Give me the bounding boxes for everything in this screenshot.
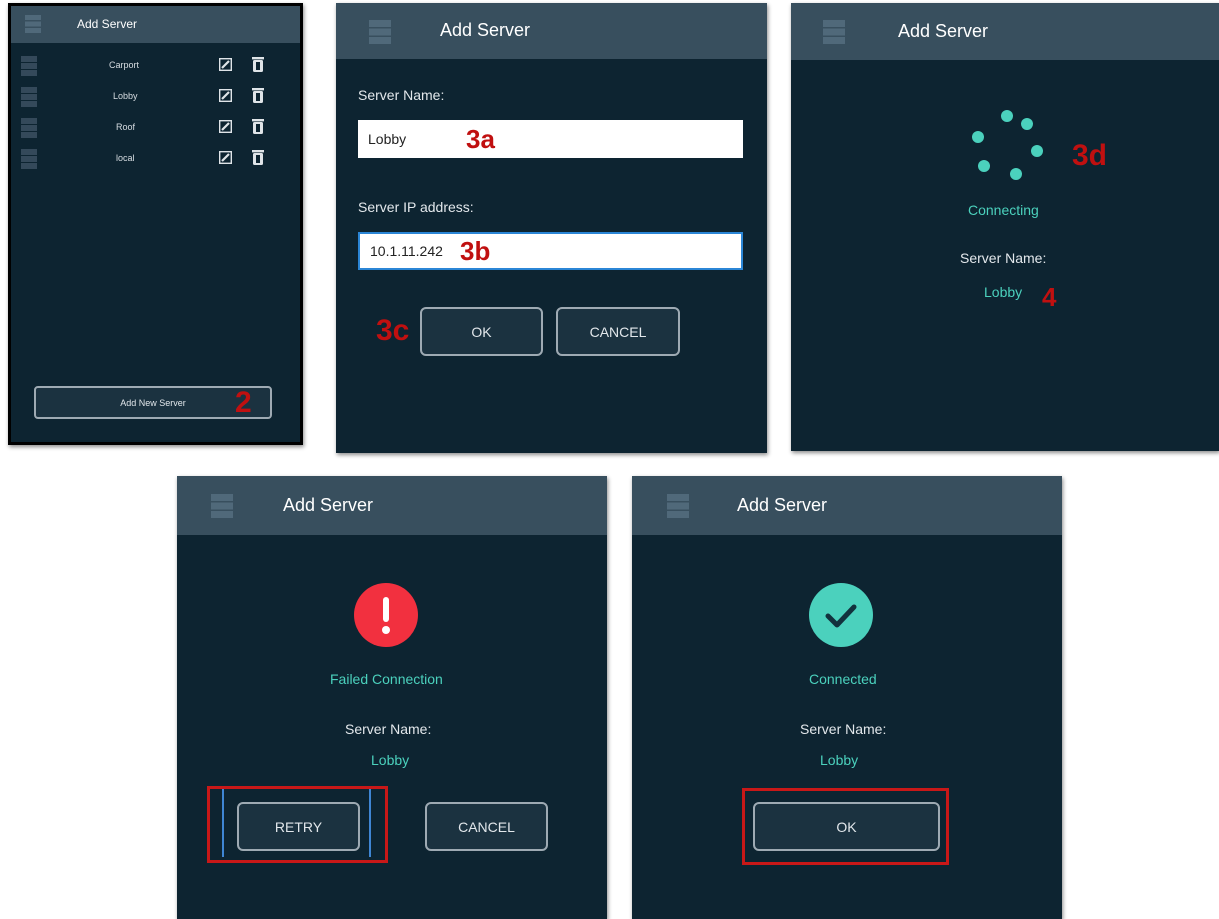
failed-connection-panel: Add Server Failed Connection Server Name… [177,476,607,919]
server-icon [25,15,41,33]
server-ip-label: Server IP address: [358,199,474,215]
panel-header: Add Server [177,476,607,535]
failed-status: Failed Connection [330,671,443,687]
panel-header: Add Server [336,3,767,59]
connected-panel: Add Server Connected Server Name: Lobby … [632,476,1062,919]
server-icon [211,494,233,518]
cancel-button[interactable]: CANCEL [556,307,680,356]
panel-title: Add Server [440,20,531,40]
connected-status: Connected [809,671,877,687]
server-name-label: Server Name: [800,721,887,737]
server-icon [823,20,845,44]
add-server-form-panel: Add Server Server Name: Lobby 3a Server … [336,3,767,453]
server-row[interactable]: Roof [11,113,300,143]
panel-header: Add Server [632,476,1062,535]
cancel-button[interactable]: CANCEL [425,802,548,851]
server-icon [21,56,37,76]
server-row[interactable]: local [11,144,300,174]
connecting-panel: Add Server 3d Connecting Server Name: Lo… [791,3,1219,451]
panel-title: Add Server [77,17,138,31]
server-name-value: Lobby [984,284,1023,300]
server-name-value: Lobby [820,752,859,768]
edit-icon[interactable] [219,58,232,71]
server-name-label: Server Name: [358,87,445,103]
annotation-step-2: 2 [235,386,252,419]
server-icon [667,494,689,518]
panel-header: Add Server [11,6,300,43]
server-list-panel: Add Server Carport Lobby Roof local Add … [8,3,303,445]
server-icon [21,149,37,169]
success-check-icon [809,583,873,647]
edit-icon[interactable] [219,151,232,164]
annotation-step-3b: 3b [460,236,491,266]
edit-icon[interactable] [219,89,232,102]
edit-icon[interactable] [219,120,232,133]
loading-spinner-icon [972,110,1043,180]
ok-button[interactable]: OK [420,307,543,356]
server-name: local [116,153,135,163]
server-name: Lobby [113,91,138,101]
delete-icon[interactable] [252,119,264,134]
server-icon [369,20,391,44]
panel-title: Add Server [283,495,374,515]
panel-title: Add Server [737,495,828,515]
highlight-box [742,788,949,865]
connecting-status: Connecting [968,202,1039,218]
annotation-step-3d: 3d [1072,139,1108,172]
server-row[interactable]: Carport [11,51,300,81]
error-alert-icon [354,583,418,647]
delete-icon[interactable] [252,150,264,165]
delete-icon[interactable] [252,57,264,72]
server-name: Roof [116,122,136,132]
server-name-label: Server Name: [345,721,432,737]
delete-icon[interactable] [252,88,264,103]
panel-header: Add Server [791,3,1219,60]
annotation-step-3a: 3a [466,124,495,154]
server-name-label: Server Name: [960,250,1047,266]
highlight-box [207,786,388,863]
server-name-input[interactable]: Lobby [358,120,743,158]
annotation-step-4: 4 [1042,282,1057,312]
server-icon [21,118,37,138]
panel-title: Add Server [898,21,989,41]
server-name-value: Lobby [371,752,410,768]
annotation-step-3c: 3c [376,314,410,347]
server-name: Carport [109,60,140,70]
server-ip-input[interactable]: 10.1.11.242 [358,232,743,270]
server-row[interactable]: Lobby [11,82,300,112]
server-icon [21,87,37,107]
